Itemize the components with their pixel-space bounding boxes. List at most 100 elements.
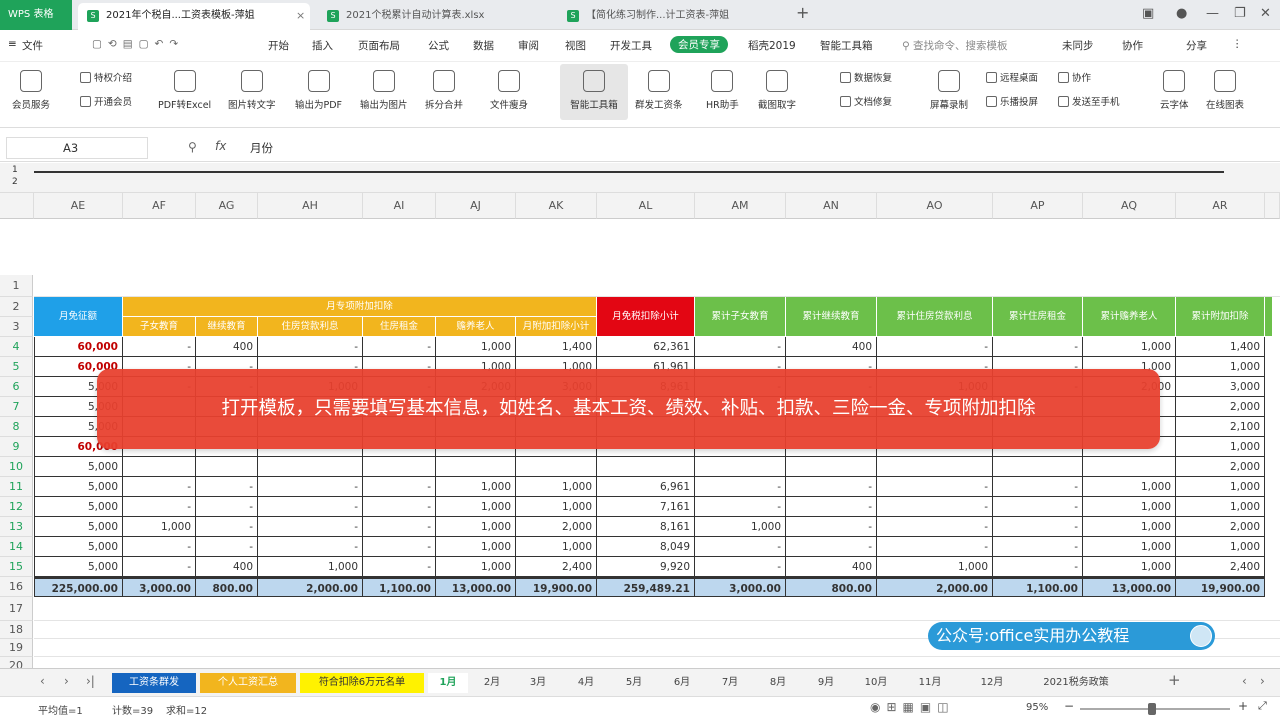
close-tab-icon[interactable]: × — [296, 3, 305, 29]
zoom-level[interactable]: 95% — [1026, 702, 1048, 713]
table-cell[interactable]: - — [258, 477, 363, 497]
row-header-5[interactable]: 5 — [0, 357, 33, 377]
outline-level-1[interactable]: 1 — [12, 165, 18, 175]
table-cell[interactable]: - — [258, 517, 363, 537]
table-cell[interactable]: 5,000 — [34, 537, 123, 557]
select-all-corner[interactable] — [0, 193, 34, 219]
table-cell[interactable]: 1,000 — [1176, 537, 1265, 557]
row-header-9[interactable]: 9 — [0, 437, 33, 457]
minimize-icon[interactable]: — — [1206, 6, 1219, 21]
cloud-font-button[interactable]: 云字体 — [1160, 70, 1189, 111]
table-cell[interactable]: 1,000 — [436, 537, 516, 557]
table-cell[interactable]: 1,000 — [1176, 477, 1265, 497]
column-header-ao[interactable]: AO — [877, 193, 993, 219]
table-cell[interactable]: - — [695, 337, 786, 357]
table-cell[interactable]: 5,000 — [34, 517, 123, 537]
table-cell[interactable]: - — [363, 537, 436, 557]
table-cell[interactable]: - — [993, 337, 1083, 357]
table-cell[interactable]: - — [196, 477, 258, 497]
table-cell[interactable]: 1,000 — [436, 517, 516, 537]
table-cell[interactable]: - — [196, 537, 258, 557]
hamburger-icon[interactable]: ≡ — [8, 38, 17, 50]
table-cell[interactable]: 2,400 — [1176, 557, 1265, 577]
row-header-19[interactable]: 19 — [0, 639, 33, 657]
name-box[interactable]: A3 — [6, 137, 148, 159]
remote-desktop-button[interactable]: 远程桌面 — [986, 70, 1038, 84]
send-phone-button[interactable]: 发送至手机 — [1058, 94, 1120, 108]
table-cell[interactable]: 1,000 — [436, 497, 516, 517]
file-slim-button[interactable]: 文件瘦身 — [490, 70, 528, 111]
table-cell[interactable]: - — [363, 517, 436, 537]
table-cell[interactable]: 2,000 — [1176, 457, 1265, 477]
table-cell[interactable]: 1,000 — [695, 517, 786, 537]
table-cell[interactable]: - — [196, 517, 258, 537]
sheet-tab-2[interactable]: 符合扣除6万元名单 — [300, 673, 424, 693]
table-cell[interactable]: 8,049 — [597, 537, 695, 557]
smart-toolbox-button[interactable]: 智能工具箱 — [560, 64, 628, 120]
table-cell[interactable]: 1,000 — [436, 337, 516, 357]
row-header-3[interactable]: 3 — [0, 317, 33, 337]
total-cell[interactable]: 19,900.00 — [516, 577, 597, 597]
table-cell[interactable]: 7,161 — [597, 497, 695, 517]
total-cell[interactable]: 2,000.00 — [258, 577, 363, 597]
table-cell[interactable]: 2,000 — [1176, 517, 1265, 537]
row-header-13[interactable]: 13 — [0, 517, 33, 537]
table-cell[interactable]: 1,000 — [1176, 497, 1265, 517]
column-header-ap[interactable]: AP — [993, 193, 1083, 219]
table-cell[interactable]: 5,000 — [34, 497, 123, 517]
doc-tab-1[interactable]: S 2021年个税自...工资表模板-萍姐 × — [78, 3, 310, 30]
table-cell[interactable]: 1,000 — [1176, 357, 1265, 377]
row-header-17[interactable]: 17 — [0, 597, 33, 621]
column-header-ar[interactable]: AR — [1176, 193, 1265, 219]
column-header-aj[interactable]: AJ — [436, 193, 516, 219]
payslip-send-button[interactable]: 群发工资条 — [635, 70, 683, 111]
outline-level-2[interactable]: 2 — [12, 177, 18, 187]
sheet-tab-6[interactable]: 4月 — [564, 673, 608, 693]
image-to-text-button[interactable]: 图片转文字 — [228, 70, 276, 111]
table-cell[interactable]: 2,000 — [1176, 397, 1265, 417]
sheet-tab-9[interactable]: 7月 — [708, 673, 752, 693]
table-cell[interactable]: 1,000 — [258, 557, 363, 577]
table-cell[interactable]: - — [993, 557, 1083, 577]
fx-icon[interactable]: fx — [215, 139, 226, 153]
table-cell[interactable]: - — [877, 497, 993, 517]
table-cell[interactable]: - — [363, 477, 436, 497]
column-header-am[interactable]: AM — [695, 193, 786, 219]
table-cell[interactable]: 8,161 — [597, 517, 695, 537]
more-icon[interactable]: ⋮ — [1232, 38, 1243, 50]
sync-status[interactable]: 未同步 — [1062, 38, 1094, 53]
menu-docer[interactable]: 稻壳2019 — [748, 38, 796, 53]
table-cell[interactable] — [1083, 457, 1176, 477]
table-cell[interactable]: - — [877, 517, 993, 537]
table-cell[interactable]: 1,000 — [1083, 477, 1176, 497]
table-cell[interactable] — [258, 457, 363, 477]
data-recovery-button[interactable]: 数据恢复 — [840, 70, 892, 84]
share-button[interactable]: 分享 — [1186, 38, 1207, 53]
doc-tab-3[interactable]: S 【简化练习制作...计工资表-萍姐 — [558, 3, 790, 30]
row-header-14[interactable]: 14 — [0, 537, 33, 557]
sheet-tab-1[interactable]: 个人工资汇总 — [200, 673, 296, 693]
column-header-al[interactable]: AL — [597, 193, 695, 219]
menu-file[interactable]: 文件 — [22, 38, 43, 53]
sheet-tab-12[interactable]: 10月 — [852, 673, 900, 693]
table-cell[interactable]: - — [123, 557, 196, 577]
table-cell[interactable]: - — [363, 557, 436, 577]
table-cell[interactable] — [695, 457, 786, 477]
cast-screen-button[interactable]: 乐播投屏 — [986, 94, 1038, 108]
table-cell[interactable]: - — [695, 537, 786, 557]
total-cell[interactable]: 259,489.21 — [597, 577, 695, 597]
total-cell[interactable]: 3,000.00 — [123, 577, 196, 597]
table-cell[interactable]: 1,400 — [1176, 337, 1265, 357]
sheet-tab-5[interactable]: 3月 — [516, 673, 560, 693]
menu-review[interactable]: 审阅 — [518, 38, 539, 53]
table-cell[interactable]: 400 — [196, 557, 258, 577]
table-cell[interactable]: 5,000 — [34, 477, 123, 497]
table-cell[interactable]: - — [877, 337, 993, 357]
menu-developer[interactable]: 开发工具 — [610, 38, 652, 53]
export-image-button[interactable]: 输出为图片 — [360, 70, 408, 111]
column-header-partial[interactable] — [1265, 193, 1280, 219]
table-cell[interactable]: 1,000 — [1083, 557, 1176, 577]
table-cell[interactable]: 1,000 — [1083, 337, 1176, 357]
table-cell[interactable]: 1,000 — [1083, 517, 1176, 537]
table-cell[interactable]: 9,920 — [597, 557, 695, 577]
